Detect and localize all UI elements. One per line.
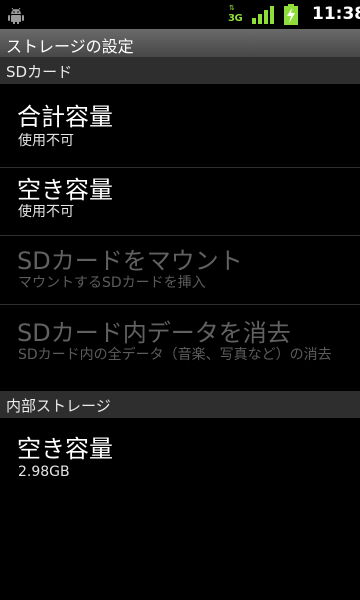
item-title: SDカードをマウント <box>17 247 243 275</box>
item-summary: 使用不可 <box>18 133 74 149</box>
item-title: 空き容量 <box>17 176 113 204</box>
list-item-erase-sd-card[interactable]: SDカード内データを消去 SDカード内の全データ（音楽、写真など）の消去 <box>0 305 360 391</box>
list-item-total-capacity[interactable]: 合計容量 使用不可 <box>0 84 360 167</box>
status-bar: ⇅ 3G 11:38 <box>0 0 360 29</box>
section-header-internal-storage: 内部ストレージ <box>0 391 360 418</box>
section-header-label: 内部ストレージ <box>6 397 111 415</box>
title-bar: ストレージの設定 <box>0 29 360 58</box>
item-title: 空き容量 <box>17 435 113 463</box>
3g-data-icon: ⇅ 3G <box>228 4 243 25</box>
item-summary: 2.98GB <box>18 464 70 480</box>
list-item-free-space-sd[interactable]: 空き容量 使用不可 <box>0 168 360 235</box>
storage-settings-screen: ⇅ 3G 11:38 ストレージの設定 SDカード 合計容量 使用不可 空き容量… <box>0 0 360 600</box>
item-title: 合計容量 <box>17 103 113 131</box>
item-summary: SDカード内の全データ（音楽、写真など）の消去 <box>18 347 332 363</box>
page-title: ストレージの設定 <box>6 37 134 56</box>
list-item-free-space-internal[interactable]: 空き容量 2.98GB <box>0 418 360 490</box>
battery-charging-icon <box>284 4 298 25</box>
item-summary: マウントするSDカードを挿入 <box>18 275 206 291</box>
clock: 11:38 <box>312 4 360 24</box>
signal-icon <box>252 6 274 24</box>
section-header-label: SDカード <box>6 63 73 81</box>
list-item-mount-sd-card[interactable]: SDカードをマウント マウントするSDカードを挿入 <box>0 236 360 304</box>
android-icon <box>8 7 24 24</box>
section-header-sd-card: SDカード <box>0 57 360 84</box>
item-title: SDカード内データを消去 <box>17 319 291 347</box>
item-summary: 使用不可 <box>18 204 74 220</box>
